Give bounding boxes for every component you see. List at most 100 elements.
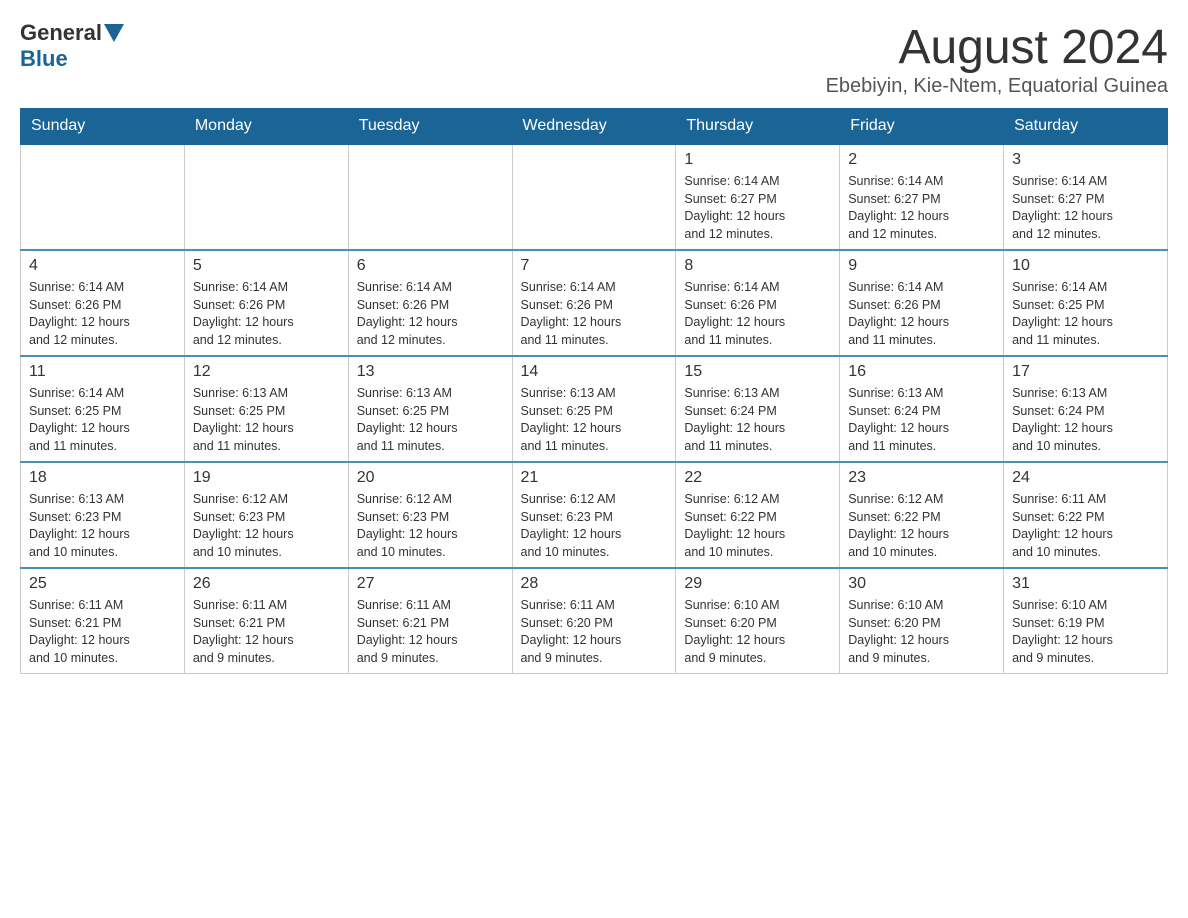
- calendar-table: SundayMondayTuesdayWednesdayThursdayFrid…: [20, 108, 1168, 674]
- day-number: 14: [521, 363, 668, 381]
- day-info: Sunrise: 6:14 AM Sunset: 6:27 PM Dayligh…: [848, 173, 995, 243]
- day-number: 26: [193, 575, 340, 593]
- day-number: 22: [684, 469, 831, 487]
- day-number: 16: [848, 363, 995, 381]
- calendar-header: SundayMondayTuesdayWednesdayThursdayFrid…: [21, 109, 1168, 145]
- page-header: General Blue August 2024 Ebebiyin, Kie-N…: [20, 20, 1168, 98]
- day-info: Sunrise: 6:13 AM Sunset: 6:25 PM Dayligh…: [193, 385, 340, 455]
- calendar-cell: 10 Sunrise: 6:14 AM Sunset: 6:25 PM Dayli…: [1004, 250, 1168, 356]
- day-info: Sunrise: 6:14 AM Sunset: 6:26 PM Dayligh…: [684, 279, 831, 349]
- day-number: 23: [848, 469, 995, 487]
- day-number: 17: [1012, 363, 1159, 381]
- day-number: 12: [193, 363, 340, 381]
- logo: General Blue: [20, 20, 126, 72]
- day-number: 29: [684, 575, 831, 593]
- day-number: 5: [193, 257, 340, 275]
- day-info: Sunrise: 6:11 AM Sunset: 6:21 PM Dayligh…: [193, 597, 340, 667]
- day-info: Sunrise: 6:10 AM Sunset: 6:20 PM Dayligh…: [684, 597, 831, 667]
- calendar-cell: 26 Sunrise: 6:11 AM Sunset: 6:21 PM Dayli…: [184, 568, 348, 674]
- day-info: Sunrise: 6:14 AM Sunset: 6:26 PM Dayligh…: [29, 279, 176, 349]
- day-number: 4: [29, 257, 176, 275]
- calendar-cell: 12 Sunrise: 6:13 AM Sunset: 6:25 PM Dayli…: [184, 356, 348, 462]
- calendar-cell: 27 Sunrise: 6:11 AM Sunset: 6:21 PM Dayli…: [348, 568, 512, 674]
- day-number: 31: [1012, 575, 1159, 593]
- calendar-cell: 30Sunrise: 6:10 AM Sunset: 6:20 PM Dayli…: [840, 568, 1004, 674]
- location-subtitle: Ebebiyin, Kie-Ntem, Equatorial Guinea: [826, 75, 1168, 98]
- weekday-header-tuesday: Tuesday: [348, 109, 512, 145]
- day-info: Sunrise: 6:14 AM Sunset: 6:26 PM Dayligh…: [357, 279, 504, 349]
- calendar-cell: 20Sunrise: 6:12 AM Sunset: 6:23 PM Dayli…: [348, 462, 512, 568]
- calendar-cell: 21Sunrise: 6:12 AM Sunset: 6:23 PM Dayli…: [512, 462, 676, 568]
- day-info: Sunrise: 6:12 AM Sunset: 6:23 PM Dayligh…: [357, 491, 504, 561]
- day-number: 7: [521, 257, 668, 275]
- day-info: Sunrise: 6:11 AM Sunset: 6:21 PM Dayligh…: [29, 597, 176, 667]
- calendar-cell: 29 Sunrise: 6:10 AM Sunset: 6:20 PM Dayli…: [676, 568, 840, 674]
- day-number: 30: [848, 575, 995, 593]
- day-number: 3: [1012, 151, 1159, 169]
- calendar-cell: 1Sunrise: 6:14 AM Sunset: 6:27 PM Daylig…: [676, 144, 840, 250]
- calendar-cell: [21, 144, 185, 250]
- calendar-cell: 23 Sunrise: 6:12 AM Sunset: 6:22 PM Dayli…: [840, 462, 1004, 568]
- day-info: Sunrise: 6:10 AM Sunset: 6:19 PM Dayligh…: [1012, 597, 1159, 667]
- weekday-header-monday: Monday: [184, 109, 348, 145]
- calendar-week-row: 25 Sunrise: 6:11 AM Sunset: 6:21 PM Dayli…: [21, 568, 1168, 674]
- calendar-cell: 3 Sunrise: 6:14 AM Sunset: 6:27 PM Daylig…: [1004, 144, 1168, 250]
- calendar-cell: 19Sunrise: 6:12 AM Sunset: 6:23 PM Dayli…: [184, 462, 348, 568]
- month-year-title: August 2024: [826, 20, 1168, 75]
- weekday-header-row: SundayMondayTuesdayWednesdayThursdayFrid…: [21, 109, 1168, 145]
- day-number: 6: [357, 257, 504, 275]
- calendar-cell: 7 Sunrise: 6:14 AM Sunset: 6:26 PM Daylig…: [512, 250, 676, 356]
- day-info: Sunrise: 6:11 AM Sunset: 6:22 PM Dayligh…: [1012, 491, 1159, 561]
- calendar-cell: 8 Sunrise: 6:14 AM Sunset: 6:26 PM Daylig…: [676, 250, 840, 356]
- calendar-cell: 2Sunrise: 6:14 AM Sunset: 6:27 PM Daylig…: [840, 144, 1004, 250]
- day-info: Sunrise: 6:12 AM Sunset: 6:22 PM Dayligh…: [848, 491, 995, 561]
- day-info: Sunrise: 6:14 AM Sunset: 6:25 PM Dayligh…: [29, 385, 176, 455]
- calendar-cell: 16 Sunrise: 6:13 AM Sunset: 6:24 PM Dayli…: [840, 356, 1004, 462]
- calendar-cell: 17 Sunrise: 6:13 AM Sunset: 6:24 PM Dayli…: [1004, 356, 1168, 462]
- day-info: Sunrise: 6:14 AM Sunset: 6:26 PM Dayligh…: [193, 279, 340, 349]
- day-number: 21: [521, 469, 668, 487]
- day-info: Sunrise: 6:11 AM Sunset: 6:21 PM Dayligh…: [357, 597, 504, 667]
- weekday-header-sunday: Sunday: [21, 109, 185, 145]
- day-number: 10: [1012, 257, 1159, 275]
- calendar-cell: 25 Sunrise: 6:11 AM Sunset: 6:21 PM Dayli…: [21, 568, 185, 674]
- day-info: Sunrise: 6:13 AM Sunset: 6:25 PM Dayligh…: [357, 385, 504, 455]
- day-number: 9: [848, 257, 995, 275]
- day-number: 24: [1012, 469, 1159, 487]
- day-number: 27: [357, 575, 504, 593]
- calendar-cell: [348, 144, 512, 250]
- day-number: 25: [29, 575, 176, 593]
- day-info: Sunrise: 6:14 AM Sunset: 6:25 PM Dayligh…: [1012, 279, 1159, 349]
- day-number: 1: [684, 151, 831, 169]
- calendar-cell: 24 Sunrise: 6:11 AM Sunset: 6:22 PM Dayli…: [1004, 462, 1168, 568]
- calendar-cell: [184, 144, 348, 250]
- calendar-cell: 22 Sunrise: 6:12 AM Sunset: 6:22 PM Dayli…: [676, 462, 840, 568]
- weekday-header-saturday: Saturday: [1004, 109, 1168, 145]
- day-number: 28: [521, 575, 668, 593]
- day-number: 15: [684, 363, 831, 381]
- day-info: Sunrise: 6:13 AM Sunset: 6:24 PM Dayligh…: [1012, 385, 1159, 455]
- day-info: Sunrise: 6:12 AM Sunset: 6:22 PM Dayligh…: [684, 491, 831, 561]
- day-number: 8: [684, 257, 831, 275]
- day-info: Sunrise: 6:13 AM Sunset: 6:23 PM Dayligh…: [29, 491, 176, 561]
- logo-general-text: General: [20, 20, 102, 46]
- day-number: 11: [29, 363, 176, 381]
- title-section: August 2024 Ebebiyin, Kie-Ntem, Equatori…: [826, 20, 1168, 98]
- day-info: Sunrise: 6:14 AM Sunset: 6:27 PM Dayligh…: [1012, 173, 1159, 243]
- calendar-week-row: 1 Sunrise: 6:14 AM Sunset: 6:27 PM Daylig…: [21, 144, 1168, 250]
- calendar-week-row: 4 Sunrise: 6:14 AM Sunset: 6:26 PM Daylig…: [21, 250, 1168, 356]
- calendar-cell: 5 Sunrise: 6:14 AM Sunset: 6:26 PM Daylig…: [184, 250, 348, 356]
- calendar-cell: 31 Sunrise: 6:10 AM Sunset: 6:19 PM Dayli…: [1004, 568, 1168, 674]
- day-info: Sunrise: 6:14 AM Sunset: 6:26 PM Dayligh…: [521, 279, 668, 349]
- calendar-cell: 28 Sunrise: 6:11 AM Sunset: 6:20 PM Dayli…: [512, 568, 676, 674]
- day-info: Sunrise: 6:11 AM Sunset: 6:20 PM Dayligh…: [521, 597, 668, 667]
- day-info: Sunrise: 6:13 AM Sunset: 6:24 PM Dayligh…: [848, 385, 995, 455]
- calendar-cell: 9 Sunrise: 6:14 AM Sunset: 6:26 PM Daylig…: [840, 250, 1004, 356]
- logo-blue-text: Blue: [20, 46, 68, 71]
- day-info: Sunrise: 6:13 AM Sunset: 6:25 PM Dayligh…: [521, 385, 668, 455]
- day-info: Sunrise: 6:13 AM Sunset: 6:24 PM Dayligh…: [684, 385, 831, 455]
- day-info: Sunrise: 6:14 AM Sunset: 6:26 PM Dayligh…: [848, 279, 995, 349]
- calendar-week-row: 11 Sunrise: 6:14 AM Sunset: 6:25 PM Dayli…: [21, 356, 1168, 462]
- calendar-cell: 4 Sunrise: 6:14 AM Sunset: 6:26 PM Daylig…: [21, 250, 185, 356]
- calendar-cell: 14 Sunrise: 6:13 AM Sunset: 6:25 PM Dayli…: [512, 356, 676, 462]
